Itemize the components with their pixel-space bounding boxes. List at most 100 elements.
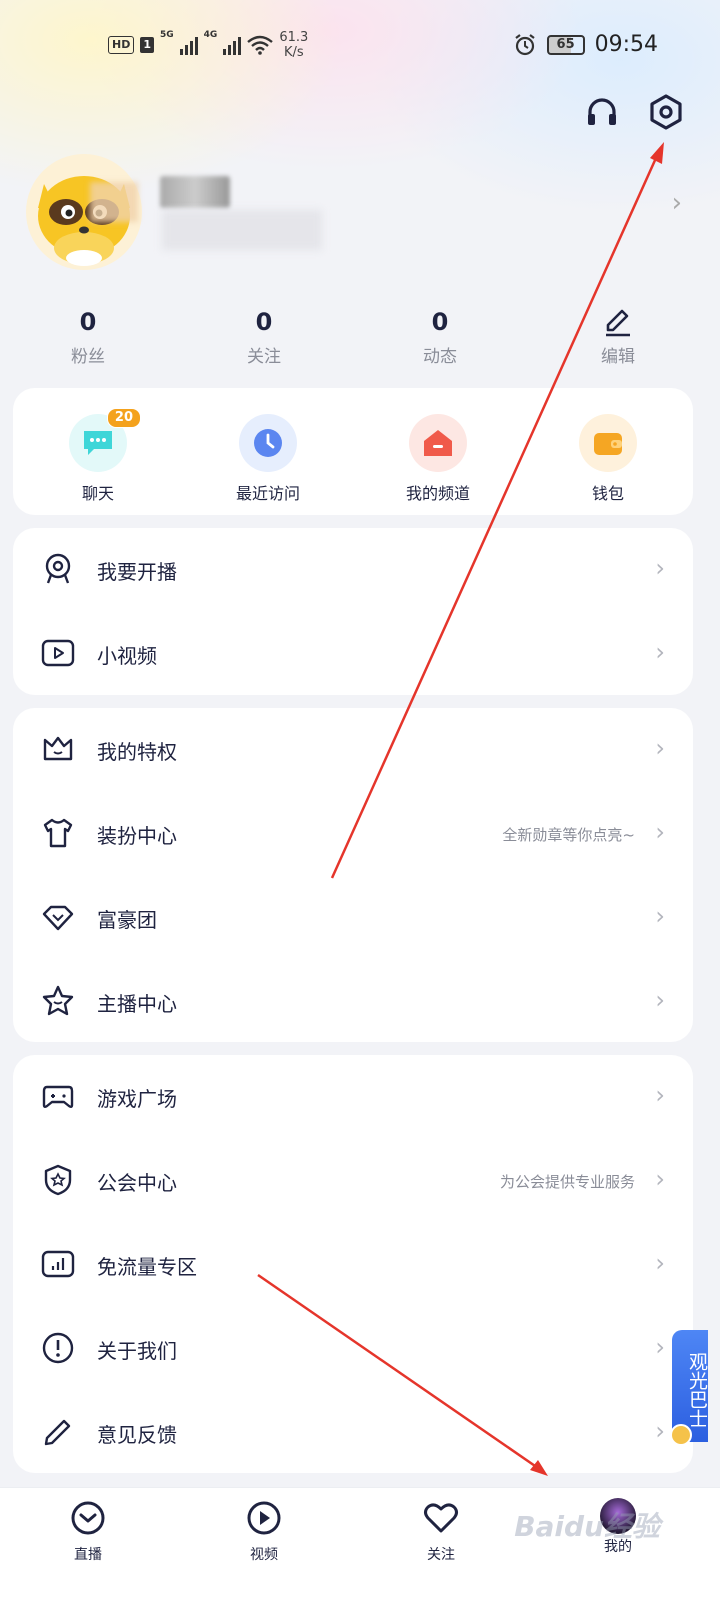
- signal-card-icon: [41, 1250, 75, 1278]
- menu-group-2: 我的特权 › 装扮中心 全新勋章等你点亮~ › 富豪团 › 主播中心 ›: [13, 708, 693, 1042]
- menu-label: 主播中心: [97, 992, 177, 1016]
- menu-label: 意见反馈: [97, 1423, 177, 1447]
- menu-item-go-live[interactable]: 我要开播 ›: [13, 528, 693, 612]
- chevron-right-icon: ›: [655, 818, 665, 846]
- quick-label: 聊天: [81, 484, 114, 503]
- menu-label: 我要开播: [97, 560, 177, 584]
- wifi-icon: [247, 35, 274, 55]
- quick-channel[interactable]: 我的频道: [378, 414, 498, 504]
- quick-recent[interactable]: 最近访问: [208, 414, 328, 504]
- menu-hint: 全新勋章等你点亮~: [502, 826, 635, 844]
- menu-item-free-data[interactable]: 免流量专区 ›: [13, 1223, 693, 1307]
- network-4g-label: 4G: [203, 30, 218, 40]
- shield-icon: [44, 1164, 72, 1196]
- webcam-icon: [45, 553, 71, 584]
- chevron-right-icon: ›: [655, 638, 665, 666]
- menu-item-about[interactable]: 关于我们 ›: [13, 1307, 693, 1391]
- menu-label: 关于我们: [97, 1339, 177, 1363]
- star-icon: [42, 985, 74, 1016]
- gamepad-icon: [42, 1085, 74, 1108]
- edit-profile-button[interactable]: 编辑: [568, 306, 668, 367]
- info-icon: [42, 1332, 74, 1364]
- stat-value: 0: [431, 308, 449, 336]
- headphones-icon[interactable]: [582, 92, 622, 132]
- stat-following[interactable]: 0 关注: [214, 306, 314, 367]
- menu-item-anchor-center[interactable]: 主播中心 ›: [13, 960, 693, 1044]
- quick-label: 钱包: [591, 484, 624, 503]
- live-icon: [71, 1501, 105, 1535]
- chevron-right-icon: ›: [655, 734, 665, 762]
- chevron-right-icon: ›: [655, 1165, 665, 1193]
- pen-icon: [44, 1419, 71, 1446]
- menu-group-3: 游戏广场 › 公会中心 为公会提供专业服务 › 免流量专区 › 关于我们 › 意…: [13, 1055, 693, 1473]
- network-speed: 61.3 K/s: [279, 30, 308, 60]
- sim-indicator: 1: [140, 37, 154, 53]
- quick-label: 最近访问: [235, 484, 300, 503]
- nav-label: 视频: [250, 1547, 278, 1563]
- network-5g-label: 5G: [160, 30, 174, 40]
- edit-pen-icon: [606, 309, 630, 337]
- menu-item-game-plaza[interactable]: 游戏广场 ›: [13, 1055, 693, 1139]
- nav-follow[interactable]: 关注: [396, 1498, 486, 1564]
- nav-label: 直播: [74, 1547, 102, 1563]
- heart-icon: [424, 1503, 458, 1533]
- settings-icon[interactable]: [646, 92, 686, 132]
- status-left: HD 1 5G 4G 61.3 K/s: [108, 30, 308, 60]
- nav-video[interactable]: 视频: [219, 1498, 309, 1564]
- username-redacted: [160, 176, 230, 208]
- chevron-right-icon: ›: [655, 1417, 665, 1445]
- watermark: Baidu经验: [514, 1510, 660, 1543]
- menu-item-feedback[interactable]: 意见反馈 ›: [13, 1391, 693, 1475]
- chevron-right-icon: ›: [655, 1249, 665, 1277]
- wallet-icon: [579, 414, 637, 472]
- nav-label: 关注: [427, 1547, 455, 1563]
- coin-icon: [670, 1424, 692, 1446]
- menu-label: 我的特权: [97, 740, 177, 764]
- menu-label: 游戏广场: [97, 1087, 177, 1111]
- stat-value: 0: [79, 308, 97, 336]
- stat-label: 粉丝: [71, 347, 105, 367]
- unread-badge: 20: [106, 408, 141, 428]
- stat-label: 关注: [247, 347, 281, 367]
- battery-icon: 65: [546, 34, 585, 55]
- menu-hint: 为公会提供专业服务: [499, 1173, 635, 1191]
- stat-posts[interactable]: 0 动态: [390, 306, 490, 367]
- stat-value: 0: [255, 308, 273, 336]
- speed-unit: K/s: [283, 45, 304, 60]
- hd-indicator: HD: [108, 36, 135, 54]
- video-play-icon: [41, 639, 75, 667]
- menu-item-guild-center[interactable]: 公会中心 为公会提供专业服务 ›: [13, 1139, 693, 1223]
- crown-icon: [43, 736, 73, 761]
- signal-icon: [179, 35, 198, 55]
- chat-icon: 20: [69, 408, 141, 472]
- home-icon: [409, 414, 467, 472]
- stat-fans[interactable]: 0 粉丝: [38, 306, 138, 367]
- tshirt-icon: [43, 818, 73, 848]
- menu-group-1: 我要开播 › 小视频 ›: [13, 528, 693, 695]
- nav-live[interactable]: 直播: [43, 1498, 133, 1564]
- quick-wallet[interactable]: 钱包: [548, 414, 668, 504]
- quick-label: 我的频道: [405, 484, 470, 503]
- user-id-redacted: [162, 210, 322, 250]
- menu-item-dressup[interactable]: 装扮中心 全新勋章等你点亮~ ›: [13, 792, 693, 876]
- menu-label: 免流量专区: [97, 1255, 197, 1279]
- menu-item-privileges[interactable]: 我的特权 ›: [13, 708, 693, 792]
- speed-value: 61.3: [279, 30, 309, 45]
- profile-chevron-icon[interactable]: ›: [672, 188, 682, 218]
- chevron-right-icon: ›: [655, 554, 665, 582]
- chevron-right-icon: ›: [655, 902, 665, 930]
- chevron-right-icon: ›: [655, 1081, 665, 1109]
- menu-label: 公会中心: [97, 1171, 177, 1195]
- menu-item-short-video[interactable]: 小视频 ›: [13, 612, 693, 696]
- redacted-overlay: [90, 182, 138, 222]
- chevron-right-icon: ›: [655, 986, 665, 1014]
- alarm-icon: [514, 33, 535, 55]
- clock-time: 09:54: [594, 32, 658, 57]
- quick-chat[interactable]: 20 聊天: [38, 408, 158, 504]
- chevron-right-icon: ›: [655, 1333, 665, 1361]
- video-icon: [247, 1501, 281, 1535]
- menu-label: 小视频: [97, 644, 157, 668]
- stat-label: 编辑: [601, 347, 635, 367]
- signal-icon: [223, 35, 242, 55]
- menu-item-rich-club[interactable]: 富豪团 ›: [13, 876, 693, 960]
